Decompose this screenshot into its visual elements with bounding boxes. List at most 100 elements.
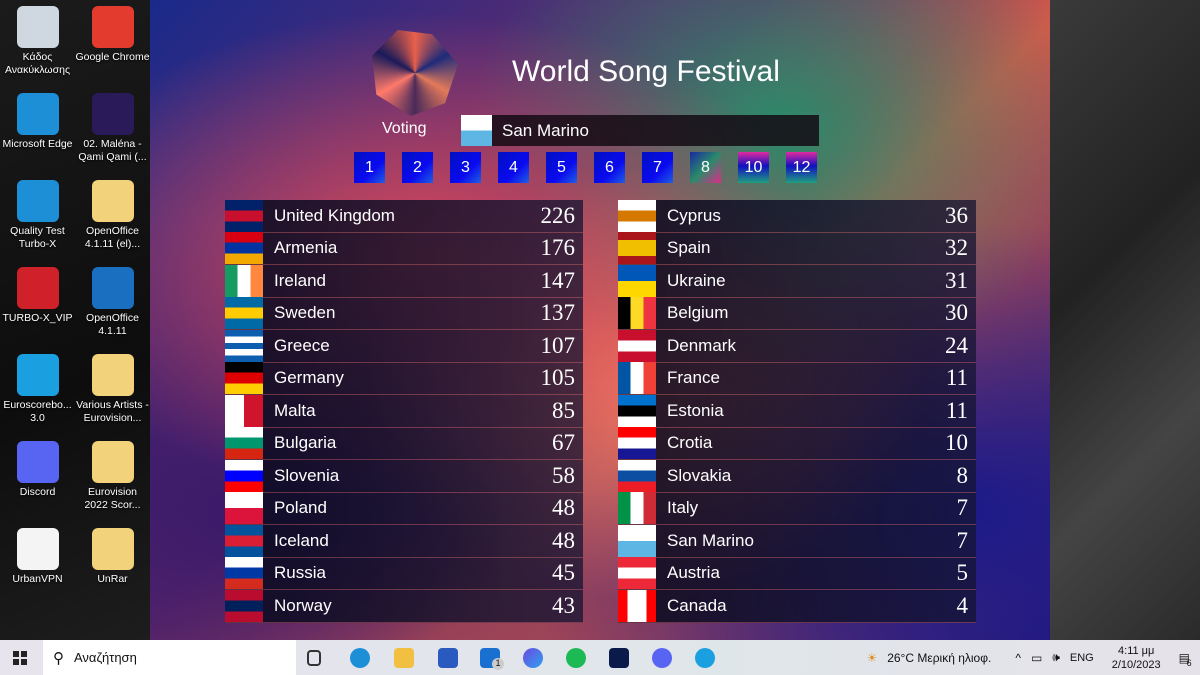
desktop-icon-openoffice-el-[interactable]: OpenOffice 4.1.11 (el)... <box>75 176 150 251</box>
points-button-12[interactable]: 12 <box>786 152 817 183</box>
points-button-2[interactable]: 2 <box>402 152 433 183</box>
italy-flag-icon <box>618 492 656 524</box>
desktop-icon-various-artists-eurovision-[interactable]: Various Artists - Eurovision... <box>75 350 150 425</box>
desktop-icon-eurovision-scor-[interactable]: Eurovision 2022 Scor... <box>75 437 150 512</box>
country-row-sweden[interactable]: Sweden137 <box>225 298 583 331</box>
desktop-icon-label: Eurovision 2022 Scor... <box>75 486 150 512</box>
turbo-x-vip-icon <box>17 267 59 309</box>
country-row-greece[interactable]: Greece107 <box>225 330 583 363</box>
country-row-armenia[interactable]: Armenia176 <box>225 233 583 266</box>
slovenia-flag-icon <box>225 460 263 492</box>
country-name: Sweden <box>274 303 523 323</box>
country-name: Ireland <box>274 271 523 291</box>
points-button-5[interactable]: 5 <box>546 152 577 183</box>
country-name: Iceland <box>274 531 523 551</box>
search-input[interactable]: ⚲ Αναζήτηση <box>43 640 296 675</box>
desktop-icon-openoffice-[interactable]: OpenOffice 4.1.11 <box>75 263 150 338</box>
country-row-ireland[interactable]: Ireland147 <box>225 265 583 298</box>
country-row-san-marino[interactable]: San Marino7 <box>618 525 976 558</box>
country-row-crotia[interactable]: Crotia10 <box>618 428 976 461</box>
country-score: 31 <box>916 268 976 294</box>
points-button-1[interactable]: 1 <box>354 152 385 183</box>
euroscoreboard-icon[interactable] <box>695 648 715 668</box>
notifications-icon[interactable]: ▤6 <box>1179 651 1190 665</box>
country-row-slovenia[interactable]: Slovenia58 <box>225 460 583 493</box>
language[interactable]: ENG <box>1070 652 1094 664</box>
germany-flag-icon <box>225 362 263 394</box>
store-icon[interactable] <box>438 648 458 668</box>
points-button-3[interactable]: 3 <box>450 152 481 183</box>
country-row-austria[interactable]: Austria5 <box>618 558 976 591</box>
country-row-cyprus[interactable]: Cyprus36 <box>618 200 976 233</box>
country-row-germany[interactable]: Germany105 <box>225 363 583 396</box>
discord-icon[interactable] <box>652 648 672 668</box>
desktop-icon-euroscorebo-[interactable]: Euroscorebo... 3.0 <box>0 350 75 425</box>
weather[interactable]: 26°C Μερική ηλιοφ. <box>887 651 991 665</box>
desktop-icon-discord[interactable]: Discord <box>0 437 75 499</box>
country-row-italy[interactable]: Italy7 <box>618 493 976 526</box>
openoffice-el--icon <box>92 180 134 222</box>
points-button-4[interactable]: 4 <box>498 152 529 183</box>
task-view-icon[interactable] <box>307 650 321 666</box>
notification-count: 6 <box>1187 658 1192 668</box>
voter-name: San Marino <box>502 121 589 141</box>
disney-plus-icon[interactable] <box>609 648 629 668</box>
ranking-right: Cyprus36Spain32Ukraine31Belgium30Denmark… <box>618 200 976 623</box>
desktop-icon--mal-na-qami-qami-[interactable]: 02. Maléna - Qami Qami (... <box>75 89 150 164</box>
search-placeholder: Αναζήτηση <box>74 650 137 665</box>
points-button-10[interactable]: 10 <box>738 152 769 183</box>
country-name: Estonia <box>667 401 916 421</box>
country-row-denmark[interactable]: Denmark24 <box>618 330 976 363</box>
country-row-slovakia[interactable]: Slovakia8 <box>618 460 976 493</box>
country-row-russia[interactable]: Russia45 <box>225 558 583 591</box>
desktop-icon-quality-test-turbo-x[interactable]: Quality Test Turbo-X <box>0 176 75 251</box>
desktop-icon-turbo-x-vip[interactable]: TURBO-X_VIP <box>0 263 75 325</box>
country-row-spain[interactable]: Spain32 <box>618 233 976 266</box>
start-button[interactable] <box>13 651 27 665</box>
country-score: 24 <box>916 333 976 359</box>
country-row-norway[interactable]: Norway43 <box>225 590 583 623</box>
current-voter: San Marino <box>461 115 819 146</box>
clock[interactable]: 4:11 μμ 2/10/2023 <box>1112 644 1161 672</box>
points-button-7[interactable]: 7 <box>642 152 673 183</box>
country-score: 137 <box>523 300 583 326</box>
armenia-flag-icon <box>225 232 263 264</box>
country-row-belgium[interactable]: Belgium30 <box>618 298 976 331</box>
desktop-icon-unrar[interactable]: UnRar <box>75 524 150 586</box>
desktop-icon-label: Various Artists - Eurovision... <box>75 399 150 425</box>
country-score: 85 <box>523 398 583 424</box>
edge-icon[interactable] <box>350 648 370 668</box>
mail-icon[interactable]: 1 <box>480 648 500 668</box>
desktop-icon-urbanvpn[interactable]: UrbanVPN <box>0 524 75 586</box>
chevron-up-icon[interactable]: ^ <box>1015 651 1021 665</box>
discord-icon <box>17 441 59 483</box>
country-row-poland[interactable]: Poland48 <box>225 493 583 526</box>
san-marino-flag-icon <box>618 525 656 557</box>
country-score: 176 <box>523 235 583 261</box>
quality-test-turbo-x-icon <box>17 180 59 222</box>
desktop-icon-microsoft-edge[interactable]: Microsoft Edge <box>0 89 75 151</box>
country-row-ukraine[interactable]: Ukraine31 <box>618 265 976 298</box>
country-row-canada[interactable]: Canada4 <box>618 590 976 623</box>
desktop-icon-label: Discord <box>0 486 75 499</box>
copilot-icon[interactable] <box>523 648 543 668</box>
country-row-united-kingdom[interactable]: United Kingdom226 <box>225 200 583 233</box>
file-explorer-icon[interactable] <box>394 648 414 668</box>
network-icon[interactable]: ▭ <box>1031 651 1042 665</box>
taskbar: ⚲ Αναζήτηση 1 ☀ 26°C Μερική ηλιοφ. ^ ▭ 🕪… <box>0 640 1200 675</box>
country-row-france[interactable]: France11 <box>618 363 976 396</box>
country-row-estonia[interactable]: Estonia11 <box>618 395 976 428</box>
points-button-8[interactable]: 8 <box>690 152 721 183</box>
desktop-icon--[interactable]: Κάδος Ανακύκλωσης <box>0 2 75 77</box>
time: 4:11 μμ <box>1112 644 1161 658</box>
country-score: 11 <box>916 365 976 391</box>
country-name: Norway <box>274 596 523 616</box>
points-button-6[interactable]: 6 <box>594 152 625 183</box>
country-row-bulgaria[interactable]: Bulgaria67 <box>225 428 583 461</box>
spotify-icon[interactable] <box>566 648 586 668</box>
country-score: 147 <box>523 268 583 294</box>
desktop-icon-google-chrome[interactable]: Google Chrome <box>75 2 150 64</box>
volume-icon[interactable]: 🕪 <box>1052 650 1060 665</box>
country-row-malta[interactable]: Malta85 <box>225 395 583 428</box>
country-row-iceland[interactable]: Iceland48 <box>225 525 583 558</box>
